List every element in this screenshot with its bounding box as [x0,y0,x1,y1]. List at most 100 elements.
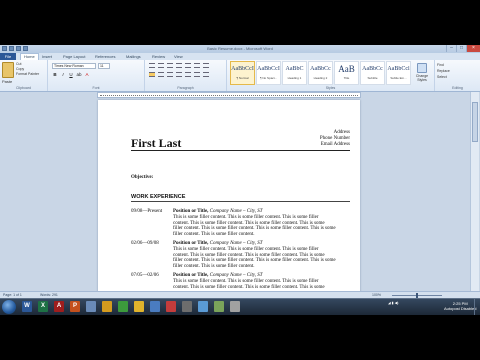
styles-gallery: AaBbCcI ¶ Normal AaBbCcI ¶ No Spaci... AaBbC… [230,61,411,85]
style-name: Subtle Em... [390,76,407,80]
taskbar-app-icon[interactable] [230,301,240,312]
job-line: filler content. This is some filler cont… [173,232,255,238]
style-tile[interactable]: AaBbC Heading 1 [282,61,307,85]
numbering-icon[interactable] [158,63,164,68]
taskbar-app-icon[interactable]: W [22,301,32,312]
save-icon[interactable] [9,46,14,51]
close-button[interactable]: × [466,45,480,52]
taskbar-app-icon[interactable]: P [70,301,80,312]
email-line: Email Address [320,142,350,147]
align-center-icon[interactable] [158,72,164,77]
job-line: filler content. This is some filler cont… [173,264,255,270]
strikethrough-icon[interactable]: ab [76,72,82,77]
show-marks-icon[interactable] [203,63,209,68]
format-painter-button[interactable]: Format Painter [16,72,39,77]
style-tile[interactable]: AaB Title [334,61,359,85]
paste-icon[interactable] [2,62,14,78]
page-count[interactable]: Page: 1 of 1 [3,293,22,297]
vertical-scrollbar[interactable] [470,92,479,292]
styles-group-label: Styles [325,86,336,90]
tab-mailings[interactable]: Mailings [126,54,141,59]
contact-block: Address Phone Number Email Address [320,130,350,148]
align-left-icon[interactable] [149,72,155,77]
job-company: Company Name – City, ST [209,241,263,246]
taskbar-app-icon[interactable] [118,301,128,312]
paste-button[interactable]: Paste [2,79,12,84]
taskbar-app-icon[interactable] [182,301,192,312]
style-tile[interactable]: AaBbCc Subtitle [360,61,385,85]
style-tile[interactable]: AaBbCcI ¶ No Spaci... [256,61,281,85]
change-styles-label: Change Styles [415,74,429,82]
align-right-icon[interactable] [167,72,173,77]
tab-view[interactable]: View [174,54,183,59]
style-sample: AaBbCcI [231,66,254,72]
bullets-icon[interactable] [149,63,155,68]
font-group: Times New Roman 11 B I U ab A Font [48,60,145,91]
word-window: Basic Resume.docx - Microsoft Word – □ ×… [0,45,480,315]
style-tile[interactable]: AaBbCcl Subtle Em... [386,61,411,85]
tab-insert[interactable]: Insert [42,54,52,59]
taskbar-app-icon[interactable] [150,301,160,312]
show-desktop-button[interactable] [474,299,480,315]
font-name-select[interactable]: Times New Roman [52,63,96,69]
font-color-icon[interactable]: A [84,72,90,77]
taskbar-app-icon[interactable]: A [54,301,64,312]
editing-group-label: Editing [452,86,463,90]
style-tile[interactable]: AaBbCcI ¶ Normal [230,61,255,85]
sort-icon[interactable] [194,63,200,68]
document-page[interactable]: Address Phone Number Email Address First… [98,100,360,300]
window-controls: – □ × [446,45,480,52]
style-name: Subtitle [367,76,378,80]
taskbar-app-icon[interactable] [86,301,96,312]
taskbar-clock[interactable]: 2:25 PM Autopost Disabled [444,301,476,311]
taskbar-app-icon[interactable] [134,301,144,312]
maximize-button[interactable]: □ [456,45,466,52]
tab-references[interactable]: References [95,54,115,59]
decrease-indent-icon[interactable] [176,63,182,68]
italic-button[interactable]: I [60,72,66,77]
line-spacing-icon[interactable] [185,72,191,77]
bold-button[interactable]: B [52,72,58,77]
tab-review[interactable]: Review [152,54,165,59]
letterbox-bottom [0,315,480,360]
name-divider [131,150,350,151]
borders-icon[interactable] [203,72,209,77]
system-tray: ◢ ▮ ◀) [388,301,399,305]
taskbar-app-icon[interactable] [214,301,224,312]
alignment-buttons [149,72,209,77]
horizontal-ruler[interactable] [97,92,361,98]
clock-date: Autopost Disabled [444,306,477,311]
undo-icon[interactable] [16,46,21,51]
minimize-button[interactable]: – [446,45,456,52]
style-sample: AaBbCcl [387,66,410,72]
style-name: Title [343,76,350,80]
style-sample: AaBbCc [310,66,331,72]
multilevel-list-icon[interactable] [167,63,173,68]
justify-icon[interactable] [176,72,182,77]
paragraph-group: Paragraph [145,60,227,91]
style-tile[interactable]: AaBbCc Heading 2 [308,61,333,85]
tab-page-layout[interactable]: Page Layout [63,54,85,59]
taskbar-app-icon[interactable] [166,301,176,312]
font-size-select[interactable]: 11 [98,63,110,69]
taskbar-app-icon[interactable] [198,301,208,312]
style-sample: AaB [338,64,355,74]
underline-button[interactable]: U [68,72,74,77]
tab-file[interactable]: File [0,53,16,60]
word-count[interactable]: Words: 291 [40,293,58,297]
increase-indent-icon[interactable] [185,63,191,68]
taskbar-app-icon[interactable] [102,301,112,312]
start-button[interactable] [2,300,16,314]
scroll-thumb[interactable] [472,102,478,142]
taskbar-app-icon[interactable]: X [38,301,48,312]
font-format-buttons: B I U ab A [52,72,90,77]
style-sample: AaBbC [285,66,304,72]
resume-name: First Last [131,136,182,150]
shading-icon[interactable] [194,72,200,77]
redo-icon[interactable] [23,46,28,51]
change-styles-icon [417,63,427,73]
zoom-level[interactable]: 100% [372,293,381,297]
clipboard-commands: Cut Copy Format Painter [16,62,39,77]
select-button[interactable]: Select [437,74,450,80]
change-styles-button[interactable]: Change Styles [411,63,433,82]
